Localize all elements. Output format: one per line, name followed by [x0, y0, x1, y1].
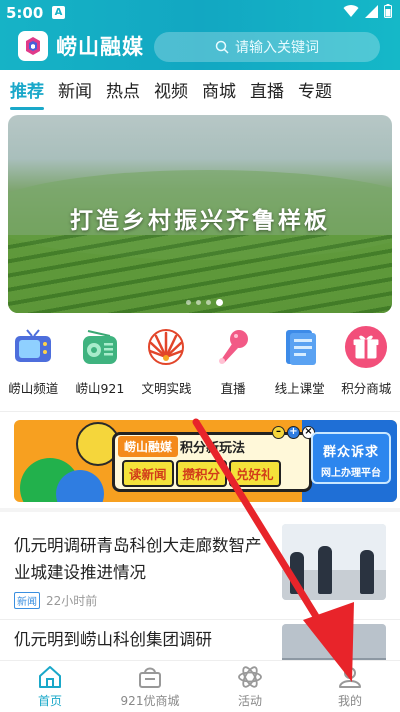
channel-label: 积分商城 — [341, 381, 392, 396]
nav-921-mall[interactable]: 921优商城 — [100, 661, 200, 712]
tab-mall[interactable]: 商城 — [202, 70, 236, 114]
petition-title: 群众诉求 — [322, 445, 379, 460]
news-thumbnail — [282, 524, 386, 600]
nav-activities[interactable]: 活动 — [200, 661, 300, 712]
system-icons — [343, 4, 392, 18]
status-bar: 5:00 A — [0, 0, 400, 26]
promo-slogan: 读新闻 — [122, 459, 174, 487]
news-item[interactable]: 仉元明调研青岛科创大走廊数智产业城建设推进情况 新闻 22小时前 — [0, 512, 400, 620]
news-title: 仉元明到崂山科创集团调研 — [14, 630, 212, 649]
channel-label: 直播 — [220, 381, 246, 396]
microphone-icon — [211, 325, 255, 369]
document-icon — [278, 325, 322, 369]
promo-slogan: 兑好礼 — [229, 459, 281, 487]
promo-headline: 积分新玩法 — [180, 440, 246, 456]
tab-live[interactable]: 直播 — [250, 70, 284, 114]
app-screen: 5:00 A 崂山融媒 请输入关键词 推荐 新闻 热点 视频 商城 直播 专题 … — [0, 0, 400, 712]
status-time: 5:00 — [6, 4, 44, 22]
tab-hot[interactable]: 热点 — [106, 70, 140, 114]
carousel-dot-active[interactable] — [216, 299, 223, 306]
channel-label: 文明实践 — [141, 381, 192, 396]
tab-topics[interactable]: 专题 — [298, 70, 332, 114]
news-time: 22小时前 — [46, 594, 98, 608]
header-bar: 5:00 A 崂山融媒 请输入关键词 — [0, 0, 400, 70]
banner-caption: 打造乡村振兴齐鲁样板 — [70, 207, 330, 234]
tab-recommend[interactable]: 推荐 — [10, 70, 44, 114]
wifi-icon — [343, 4, 359, 17]
app-logo-icon — [18, 31, 48, 61]
channel-laoshan-921[interactable]: 崂山921 — [67, 325, 134, 405]
nav-mine[interactable]: 我的 — [300, 661, 400, 712]
channel-label: 线上课堂 — [274, 381, 325, 396]
search-placeholder: 请输入关键词 — [235, 40, 319, 56]
news-tag: 新闻 — [14, 592, 40, 609]
nav-label: 921优商城 — [120, 694, 180, 708]
tab-video[interactable]: 视频 — [154, 70, 188, 114]
channel-tabs: 推荐 新闻 热点 视频 商城 直播 专题 — [0, 70, 400, 114]
user-icon — [339, 667, 361, 688]
petition-platform-button[interactable]: 群众诉求 网上办理平台 — [311, 432, 391, 484]
news-meta: 新闻 22小时前 — [14, 592, 97, 609]
promo-slogans: 读新闻 攒积分 兑好礼 — [122, 459, 281, 487]
promo-banner[interactable]: 崂山融媒 积分新玩法 – + × 读新闻 攒积分 兑好礼 群众诉求 网上办理平台 — [14, 420, 397, 502]
carousel-dots — [186, 299, 223, 306]
hero-banner[interactable]: 打造乡村振兴齐鲁样板 — [8, 115, 392, 313]
bottom-navigation: 首页 921优商城 活动 我的 — [0, 660, 400, 712]
app-name: 崂山融媒 — [56, 35, 144, 59]
petition-subtitle: 网上办理平台 — [321, 468, 381, 479]
radio-icon — [78, 325, 122, 369]
tab-news[interactable]: 新闻 — [58, 70, 92, 114]
home-icon — [39, 666, 61, 688]
gift-icon — [344, 325, 388, 369]
nav-home[interactable]: 首页 — [0, 661, 100, 712]
search-input[interactable]: 请输入关键词 — [154, 32, 380, 62]
notification-a-icon: A — [52, 6, 65, 19]
nav-label: 我的 — [337, 694, 362, 708]
promo-title: 崂山融媒 积分新玩法 — [118, 435, 245, 457]
carousel-dot[interactable] — [196, 300, 201, 305]
shop-icon — [139, 667, 161, 688]
nav-label: 活动 — [237, 694, 262, 708]
promo-slogan: 攒积分 — [175, 459, 228, 487]
channel-points-mall[interactable]: 积分商城 — [333, 325, 400, 405]
news-item[interactable]: 仉元明到崂山科创集团调研 — [0, 620, 400, 680]
channel-laoshan-tv[interactable]: 崂山频道 — [0, 325, 67, 405]
nav-label: 首页 — [37, 694, 62, 708]
channel-label: 崂山频道 — [8, 381, 59, 396]
fan-icon — [144, 325, 188, 369]
promo-brand: 崂山融媒 — [118, 435, 179, 457]
channel-online-class[interactable]: 线上课堂 — [266, 325, 333, 405]
channel-civilization-practice[interactable]: 文明实践 — [133, 325, 200, 405]
app-brand: 崂山融媒 — [18, 31, 144, 61]
atom-icon — [238, 666, 262, 688]
divider — [0, 411, 400, 412]
window-controls-icon: – + × — [272, 426, 315, 439]
battery-icon — [384, 4, 392, 18]
channel-live[interactable]: 直播 — [200, 325, 267, 405]
signal-icon — [365, 4, 378, 18]
tv-icon — [11, 325, 55, 369]
carousel-dot[interactable] — [186, 300, 191, 305]
search-icon — [215, 40, 229, 54]
channel-grid: 崂山频道 崂山921 文明实践 直播 线上课堂 积分商城 — [0, 325, 400, 405]
news-title: 仉元明调研青岛科创大走廊数智产业城建设推进情况 — [14, 536, 262, 582]
channel-label: 崂山921 — [75, 381, 125, 396]
carousel-dot[interactable] — [206, 300, 211, 305]
